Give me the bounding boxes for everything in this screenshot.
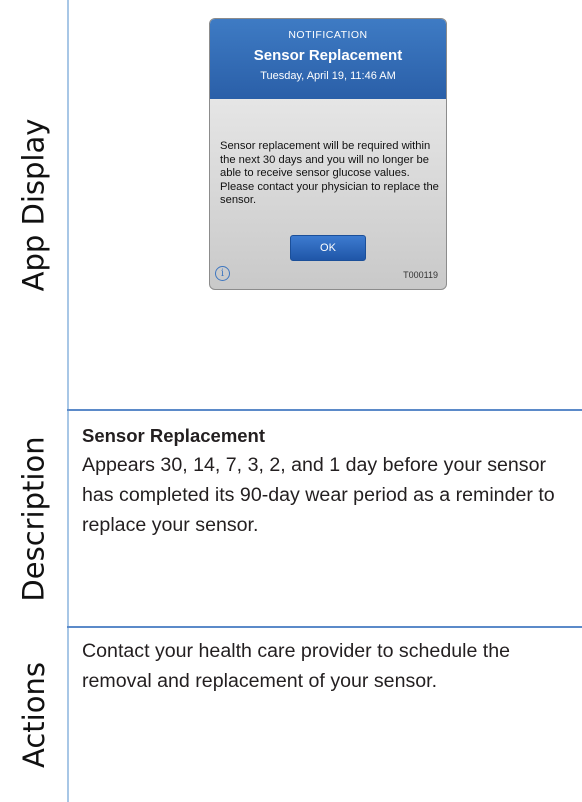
section-label-description-cell: Description: [0, 411, 67, 626]
vertical-divider: [67, 0, 69, 802]
actions-block: Contact your health care provider to sch…: [82, 636, 577, 696]
notification-kind: NOTIFICATION: [288, 29, 368, 41]
section-label-actions: Actions: [16, 662, 51, 768]
section-label-app-display-cell: App Display: [0, 0, 67, 409]
description-body: Appears 30, 14, 7, 3, 2, and 1 day befor…: [82, 454, 555, 536]
description-block: Sensor Replacement Appears 30, 14, 7, 3,…: [82, 424, 577, 540]
section-label-actions-cell: Actions: [0, 628, 67, 802]
notification-dialog: NOTIFICATION Sensor Replacement Tuesday,…: [209, 18, 447, 290]
section-label-app-display: App Display: [16, 118, 51, 291]
ok-button[interactable]: OK: [290, 235, 366, 261]
section-label-description: Description: [16, 435, 51, 602]
section-divider-actions: [67, 626, 582, 628]
notification-code: T000119: [403, 270, 438, 280]
section-divider-description: [67, 409, 582, 411]
info-circle-icon[interactable]: i: [215, 266, 230, 281]
notification-header: NOTIFICATION Sensor Replacement Tuesday,…: [210, 19, 446, 99]
notification-title: Sensor Replacement: [253, 47, 403, 64]
description-title: Sensor Replacement: [82, 425, 266, 446]
notification-message: Sensor replacement will be required with…: [220, 140, 439, 207]
actions-body: Contact your health care provider to sch…: [82, 640, 511, 692]
notification-datetime: Tuesday, April 19, 11:46 AM: [260, 70, 396, 82]
